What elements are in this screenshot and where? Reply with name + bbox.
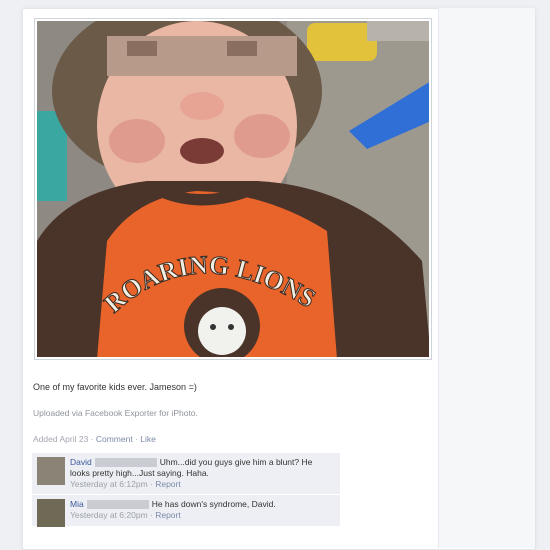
photo-caption: One of my favorite kids ever. Jameson =) bbox=[33, 382, 197, 392]
comment-text: He has down's syndrome, David. bbox=[151, 499, 276, 509]
photo-frame[interactable]: ROARING LIONS bbox=[34, 18, 432, 360]
avatar[interactable] bbox=[37, 499, 65, 527]
report-link[interactable]: Report bbox=[155, 479, 181, 489]
comment-item: Mia He has down's syndrome, David. Yester… bbox=[32, 495, 340, 527]
post-meta: Added April 23 · Comment · Like bbox=[33, 434, 156, 444]
comment-author[interactable]: David bbox=[70, 457, 92, 467]
comment-time[interactable]: Yesterday at 6:20pm bbox=[70, 510, 148, 520]
upload-source: Uploaded via Facebook Exporter for iPhot… bbox=[33, 408, 198, 418]
avatar[interactable] bbox=[37, 457, 65, 485]
added-date: Added April 23 bbox=[33, 434, 89, 444]
post-photo[interactable]: ROARING LIONS bbox=[37, 21, 429, 357]
comment-author[interactable]: Mia bbox=[70, 499, 84, 509]
like-link[interactable]: Like bbox=[140, 434, 156, 444]
child-photo-image: ROARING LIONS bbox=[37, 21, 429, 357]
comment-time[interactable]: Yesterday at 6:12pm bbox=[70, 479, 148, 489]
comment-link[interactable]: Comment bbox=[96, 434, 133, 444]
comment-item: David Uhm...did you guys give him a blunt… bbox=[32, 453, 340, 495]
right-sidebar bbox=[438, 8, 535, 548]
separator: · bbox=[88, 434, 96, 444]
comment-list: David Uhm...did you guys give him a blunt… bbox=[32, 453, 340, 527]
report-link[interactable]: Report bbox=[155, 510, 181, 520]
redacted-surname bbox=[94, 458, 157, 468]
redacted-surname bbox=[86, 500, 149, 510]
